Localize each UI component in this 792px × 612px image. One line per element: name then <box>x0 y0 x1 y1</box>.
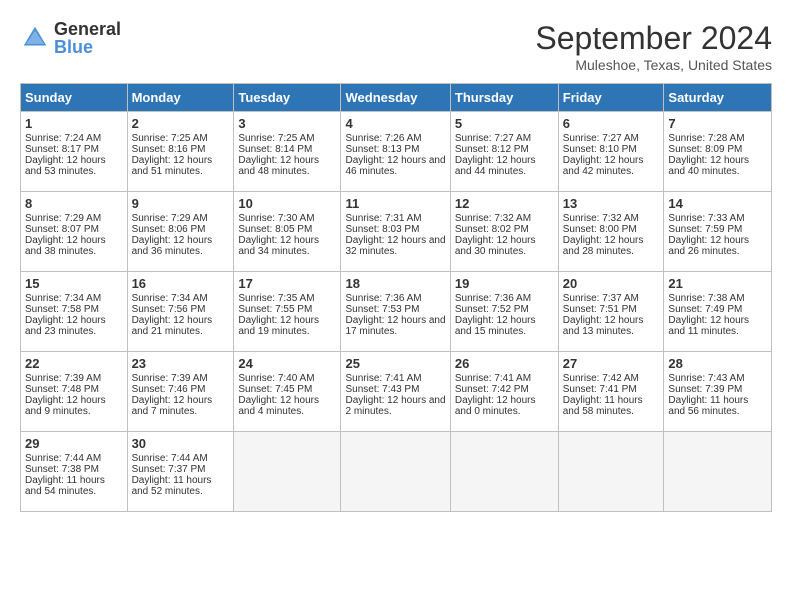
calendar-day-22: 22Sunrise: 7:39 AMSunset: 7:48 PMDayligh… <box>21 352 128 432</box>
calendar-day-empty <box>341 432 450 512</box>
calendar-day-5: 5Sunrise: 7:27 AMSunset: 8:12 PMDaylight… <box>450 112 558 192</box>
calendar-day-10: 10Sunrise: 7:30 AMSunset: 8:05 PMDayligh… <box>234 192 341 272</box>
calendar-day-23: 23Sunrise: 7:39 AMSunset: 7:46 PMDayligh… <box>127 352 234 432</box>
calendar-day-11: 11Sunrise: 7:31 AMSunset: 8:03 PMDayligh… <box>341 192 450 272</box>
calendar-day-19: 19Sunrise: 7:36 AMSunset: 7:52 PMDayligh… <box>450 272 558 352</box>
calendar-day-2: 2Sunrise: 7:25 AMSunset: 8:16 PMDaylight… <box>127 112 234 192</box>
calendar-day-6: 6Sunrise: 7:27 AMSunset: 8:10 PMDaylight… <box>558 112 664 192</box>
logo-general-text: General <box>54 20 121 38</box>
month-title: September 2024 <box>535 20 772 57</box>
calendar-day-29: 29Sunrise: 7:44 AMSunset: 7:38 PMDayligh… <box>21 432 128 512</box>
calendar-day-18: 18Sunrise: 7:36 AMSunset: 7:53 PMDayligh… <box>341 272 450 352</box>
calendar-day-27: 27Sunrise: 7:42 AMSunset: 7:41 PMDayligh… <box>558 352 664 432</box>
title-block: September 2024 Muleshoe, Texas, United S… <box>535 20 772 73</box>
calendar-day-empty <box>558 432 664 512</box>
calendar-day-empty <box>234 432 341 512</box>
calendar-day-14: 14Sunrise: 7:33 AMSunset: 7:59 PMDayligh… <box>664 192 772 272</box>
logo-blue-text: Blue <box>54 38 121 56</box>
calendar-day-4: 4Sunrise: 7:26 AMSunset: 8:13 PMDaylight… <box>341 112 450 192</box>
calendar-day-15: 15Sunrise: 7:34 AMSunset: 7:58 PMDayligh… <box>21 272 128 352</box>
calendar-week-1: 1Sunrise: 7:24 AMSunset: 8:17 PMDaylight… <box>21 112 772 192</box>
calendar-day-26: 26Sunrise: 7:41 AMSunset: 7:42 PMDayligh… <box>450 352 558 432</box>
header-friday: Friday <box>558 84 664 112</box>
calendar-week-5: 29Sunrise: 7:44 AMSunset: 7:38 PMDayligh… <box>21 432 772 512</box>
calendar-day-3: 3Sunrise: 7:25 AMSunset: 8:14 PMDaylight… <box>234 112 341 192</box>
calendar-day-17: 17Sunrise: 7:35 AMSunset: 7:55 PMDayligh… <box>234 272 341 352</box>
logo-icon <box>20 23 50 53</box>
calendar-day-9: 9Sunrise: 7:29 AMSunset: 8:06 PMDaylight… <box>127 192 234 272</box>
calendar-table: SundayMondayTuesdayWednesdayThursdayFrid… <box>20 83 772 512</box>
calendar-day-20: 20Sunrise: 7:37 AMSunset: 7:51 PMDayligh… <box>558 272 664 352</box>
calendar-day-12: 12Sunrise: 7:32 AMSunset: 8:02 PMDayligh… <box>450 192 558 272</box>
calendar-day-empty <box>450 432 558 512</box>
page-header: General Blue September 2024 Muleshoe, Te… <box>20 20 772 73</box>
calendar-day-24: 24Sunrise: 7:40 AMSunset: 7:45 PMDayligh… <box>234 352 341 432</box>
calendar-day-16: 16Sunrise: 7:34 AMSunset: 7:56 PMDayligh… <box>127 272 234 352</box>
location-text: Muleshoe, Texas, United States <box>535 57 772 73</box>
header-sunday: Sunday <box>21 84 128 112</box>
calendar-day-21: 21Sunrise: 7:38 AMSunset: 7:49 PMDayligh… <box>664 272 772 352</box>
calendar-day-28: 28Sunrise: 7:43 AMSunset: 7:39 PMDayligh… <box>664 352 772 432</box>
calendar-day-empty <box>664 432 772 512</box>
header-tuesday: Tuesday <box>234 84 341 112</box>
header-monday: Monday <box>127 84 234 112</box>
calendar-week-3: 15Sunrise: 7:34 AMSunset: 7:58 PMDayligh… <box>21 272 772 352</box>
calendar-week-2: 8Sunrise: 7:29 AMSunset: 8:07 PMDaylight… <box>21 192 772 272</box>
header-thursday: Thursday <box>450 84 558 112</box>
calendar-day-8: 8Sunrise: 7:29 AMSunset: 8:07 PMDaylight… <box>21 192 128 272</box>
calendar-day-13: 13Sunrise: 7:32 AMSunset: 8:00 PMDayligh… <box>558 192 664 272</box>
calendar-day-30: 30Sunrise: 7:44 AMSunset: 7:37 PMDayligh… <box>127 432 234 512</box>
header-saturday: Saturday <box>664 84 772 112</box>
calendar-day-1: 1Sunrise: 7:24 AMSunset: 8:17 PMDaylight… <box>21 112 128 192</box>
calendar-day-7: 7Sunrise: 7:28 AMSunset: 8:09 PMDaylight… <box>664 112 772 192</box>
header-wednesday: Wednesday <box>341 84 450 112</box>
calendar-week-4: 22Sunrise: 7:39 AMSunset: 7:48 PMDayligh… <box>21 352 772 432</box>
calendar-header-row: SundayMondayTuesdayWednesdayThursdayFrid… <box>21 84 772 112</box>
calendar-day-25: 25Sunrise: 7:41 AMSunset: 7:43 PMDayligh… <box>341 352 450 432</box>
logo: General Blue <box>20 20 121 56</box>
